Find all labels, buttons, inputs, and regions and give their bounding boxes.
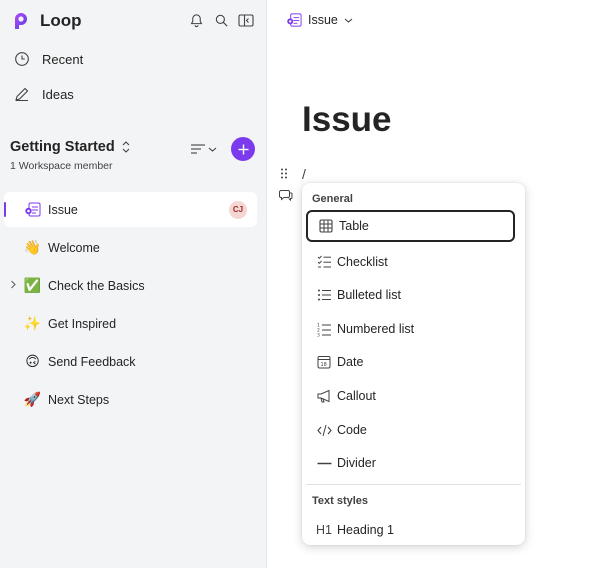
app-logo[interactable]: Loop — [12, 11, 82, 31]
page-label: Next Steps — [48, 392, 110, 407]
breadcrumb-label: Issue — [308, 13, 338, 27]
page-item-next-steps[interactable]: 🚀 Next Steps — [4, 382, 257, 417]
nav-ideas[interactable]: Ideas — [14, 86, 74, 102]
sidebar-toggle-icon[interactable] — [238, 12, 254, 28]
menu-item-callout[interactable]: Callout — [306, 380, 515, 412]
search-icon[interactable] — [213, 12, 229, 28]
loop-page-icon — [24, 201, 41, 218]
workspace-members: 1 Workspace member — [10, 160, 113, 172]
page-item-welcome[interactable]: 👋 Welcome — [4, 230, 257, 265]
comment-icon[interactable] — [279, 188, 293, 202]
pen-icon — [15, 87, 29, 101]
editor-input[interactable]: / — [302, 166, 306, 182]
page-label: Issue — [48, 202, 78, 217]
page-label: Check the Basics — [48, 278, 145, 293]
workspace-title[interactable]: Getting Started — [10, 139, 131, 155]
page-label: Send Feedback — [48, 354, 136, 369]
svg-text:3: 3 — [317, 332, 320, 337]
insert-menu: General Table Checklist Bulleted list 12… — [302, 183, 525, 545]
bell-icon[interactable] — [188, 12, 204, 28]
menu-item-checklist[interactable]: Checklist — [306, 246, 515, 278]
page-item-issue[interactable]: Issue CJ — [4, 192, 257, 227]
sparkles-icon: ✨ — [23, 315, 42, 331]
avatar[interactable]: CJ — [229, 200, 247, 219]
page-label: Welcome — [48, 240, 100, 255]
chevron-right-icon[interactable] — [10, 280, 17, 292]
loop-logo-icon — [15, 13, 27, 29]
sort-lines-icon — [191, 144, 205, 154]
menu-item-divider[interactable]: Divider — [306, 447, 515, 479]
rocket-icon: 🚀 — [23, 391, 42, 407]
menu-item-bulleted-list[interactable]: Bulleted list — [306, 279, 515, 311]
megaphone-icon — [316, 388, 332, 404]
nav-recent-label: Recent — [42, 51, 84, 67]
sort-button[interactable] — [190, 143, 217, 155]
code-icon — [316, 422, 332, 438]
add-page-button[interactable] — [231, 137, 255, 161]
page-item-get-inspired[interactable]: ✨ Get Inspired — [4, 306, 257, 341]
checklist-icon — [316, 254, 332, 270]
nav-recent[interactable]: Recent — [14, 51, 83, 67]
app-name: Loop — [40, 11, 82, 30]
selection-indicator — [4, 202, 6, 217]
chevron-updown-icon — [122, 141, 130, 153]
page-item-send-feedback[interactable]: 🙃 Send Feedback — [4, 344, 257, 379]
waving-hand-icon: 👋 — [23, 239, 42, 255]
menu-separator — [306, 484, 521, 485]
menu-item-heading-1[interactable]: H1 Heading 1 — [306, 514, 515, 546]
bulleted-list-icon — [316, 287, 332, 303]
drag-handle-icon[interactable] — [280, 167, 288, 182]
check-mark-icon: ✅ — [23, 277, 42, 293]
nav-ideas-label: Ideas — [42, 86, 74, 102]
upside-down-face-icon: 🙃 — [25, 353, 40, 369]
menu-item-date[interactable]: 18 Date — [306, 346, 515, 378]
loop-page-icon — [287, 13, 302, 27]
sidebar: Loop Recent Ideas Getting Started 1 Work… — [0, 0, 267, 568]
page-item-check-the-basics[interactable]: ✅ Check the Basics — [4, 268, 257, 303]
page-title[interactable]: Issue — [302, 100, 392, 140]
calendar-icon: 18 — [316, 354, 332, 370]
breadcrumb[interactable]: Issue — [286, 12, 353, 28]
chevron-down-icon — [344, 18, 353, 23]
page-list: Issue CJ 👋 Welcome ✅ Check the Basics ✨ … — [4, 192, 257, 420]
workspace-actions — [190, 137, 255, 161]
sidebar-top-actions — [188, 12, 254, 28]
heading-1-icon: H1 — [316, 523, 332, 537]
svg-text:18: 18 — [321, 362, 327, 368]
menu-item-code[interactable]: Code — [306, 414, 515, 446]
table-icon — [318, 218, 334, 234]
chevron-down-icon — [208, 147, 217, 152]
divider-icon — [316, 455, 332, 471]
menu-item-table[interactable]: Table — [306, 210, 515, 242]
numbered-list-icon: 123 — [316, 321, 332, 337]
page-label: Get Inspired — [48, 316, 117, 331]
menu-section-text-styles: Text styles — [312, 495, 369, 507]
plus-icon — [238, 144, 248, 154]
menu-section-general: General — [312, 193, 353, 205]
menu-item-numbered-list[interactable]: 123 Numbered list — [306, 313, 515, 345]
clock-icon — [15, 52, 29, 66]
